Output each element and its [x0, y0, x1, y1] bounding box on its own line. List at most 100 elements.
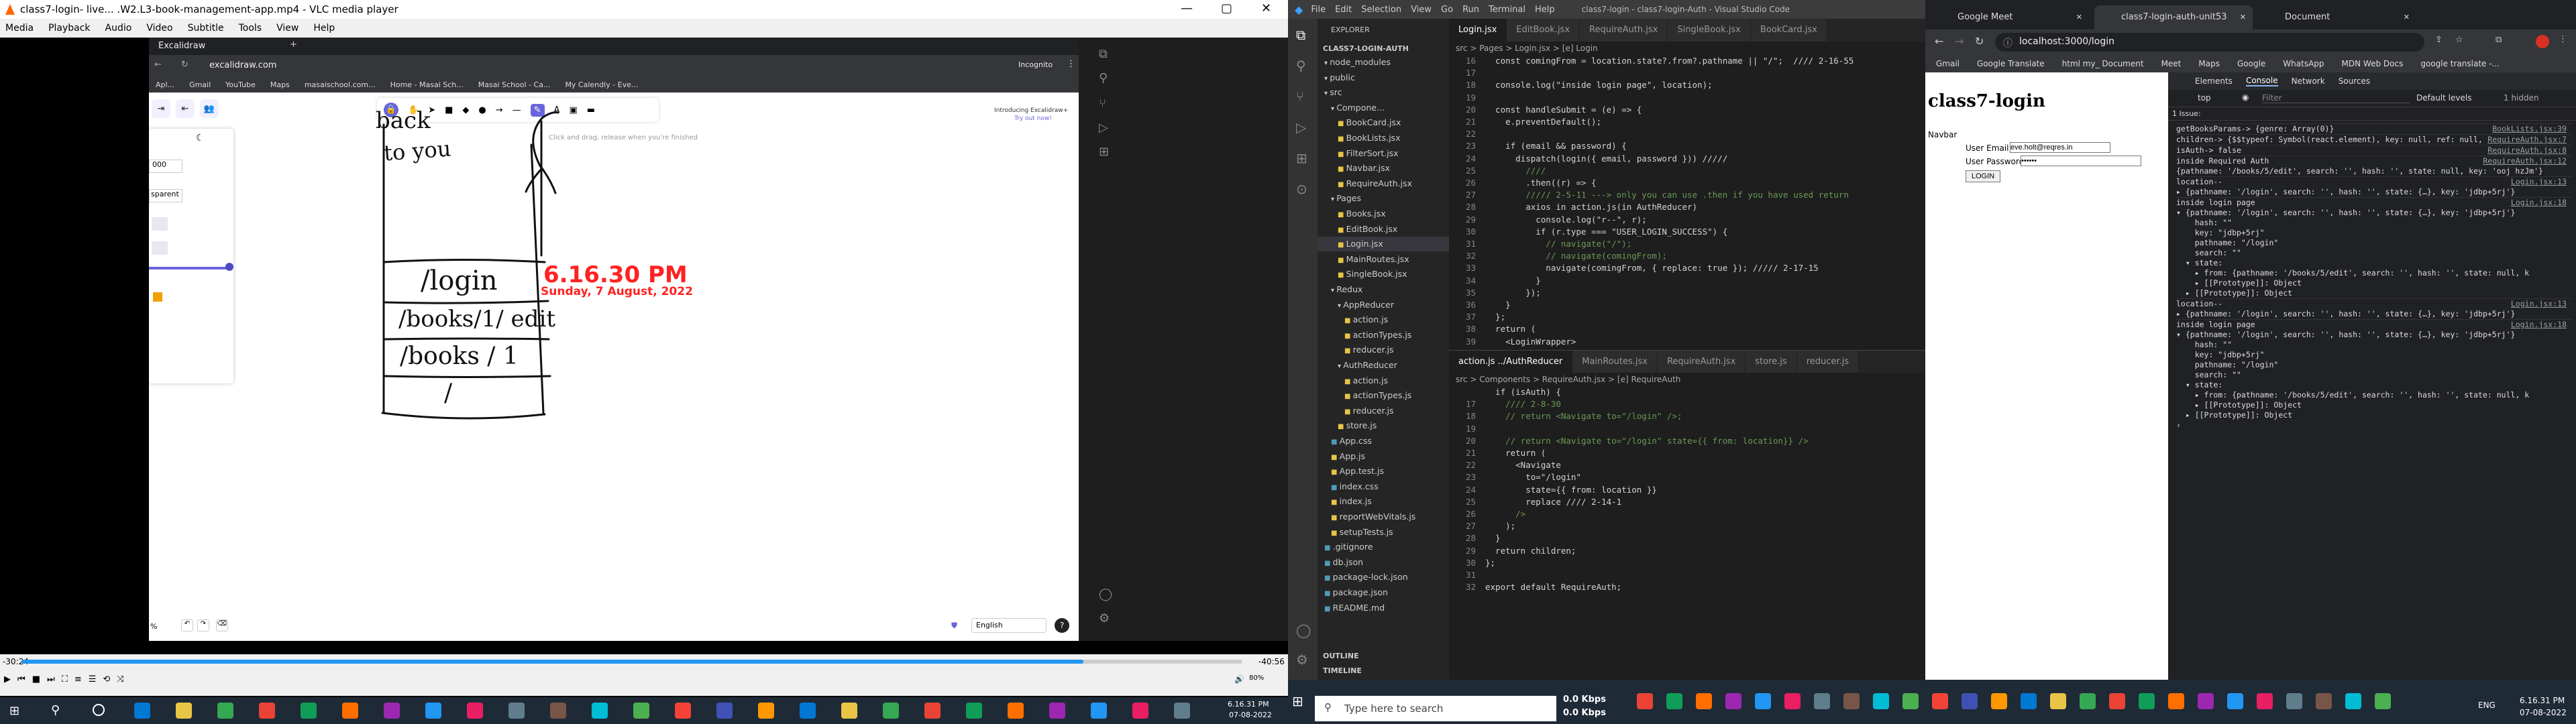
file-item[interactable]: ■ BookCard.jsx — [1318, 115, 1449, 130]
console-source-link[interactable]: RequireAuth.jsx:8 — [2487, 145, 2567, 156]
folder-item[interactable]: ▾ Pages — [1318, 191, 1449, 206]
taskbar-app-icon[interactable] — [1843, 693, 1860, 709]
devtools-tab[interactable]: Network — [2292, 76, 2325, 86]
file-item[interactable]: ■ index.css — [1318, 479, 1449, 494]
folder-item[interactable]: ▾ node_modules — [1318, 55, 1449, 70]
info-icon[interactable]: ⓘ — [2003, 36, 2012, 50]
tab-close-icon[interactable]: ✕ — [2404, 5, 2410, 29]
taskbar-app-icon[interactable] — [508, 703, 525, 719]
folder-item[interactable]: ▾ src — [1318, 85, 1449, 100]
kebab-icon[interactable]: ⋮ — [2559, 34, 2567, 44]
taskbar-app-icon[interactable] — [924, 703, 941, 719]
forward-icon[interactable]: → — [1955, 35, 1964, 48]
taskbar-app-icon[interactable] — [2375, 693, 2391, 709]
taskbar-app-icon[interactable] — [592, 703, 608, 719]
taskbar-app-icon[interactable] — [1091, 703, 1107, 719]
vscode-menu-item[interactable]: Help — [1535, 5, 1555, 15]
taskbar-app-icon[interactable] — [1932, 693, 1948, 709]
taskbar-app-icon[interactable] — [1902, 693, 1919, 709]
vlc-menu-item[interactable]: Subtitle — [188, 23, 224, 34]
taskbar-app-icon[interactable] — [342, 703, 358, 719]
vscode-menu-item[interactable]: Edit — [1335, 5, 1352, 15]
issues-bar[interactable]: 1 Issue: — [2168, 107, 2576, 121]
taskbar-app-icon[interactable] — [1174, 703, 1190, 719]
file-item[interactable]: ■ package-lock.json — [1318, 570, 1449, 585]
vscode-menu-item[interactable]: Selection — [1361, 5, 1401, 15]
browser-tab[interactable]: Google Meet ✕ — [1931, 5, 2089, 29]
vlc-menu-item[interactable]: Media — [5, 23, 34, 34]
file-item[interactable]: ■ index.js — [1318, 494, 1449, 509]
file-item[interactable]: ■ App.js — [1318, 449, 1449, 464]
file-item[interactable]: ■ actionTypes.js — [1318, 388, 1449, 403]
filter-input[interactable]: Filter — [2262, 93, 2410, 103]
vlc-menu-item[interactable]: Audio — [105, 23, 132, 34]
file-item[interactable]: ■ db.json — [1318, 555, 1449, 570]
bookmark-item[interactable]: MDN Web Docs — [2342, 59, 2404, 68]
bookmark-item[interactable]: Maps — [2198, 59, 2220, 68]
taskbar-app-icon[interactable] — [1814, 693, 1830, 709]
devtools-tab[interactable]: Console — [2245, 76, 2278, 86]
taskbar-app-icon[interactable] — [1962, 693, 1978, 709]
taskbar-app-icon[interactable] — [1784, 693, 1801, 709]
run-debug-icon[interactable]: ▷ — [1296, 119, 1306, 135]
bookmark-item[interactable]: html my_ Document — [2062, 59, 2144, 68]
editor-tab[interactable]: EditBook.jsx — [1507, 19, 1580, 42]
vlc-menu-item[interactable]: Playback — [48, 23, 90, 34]
file-item[interactable]: ■ .gitignore — [1318, 540, 1449, 554]
file-item[interactable]: ■ reducer.js — [1318, 343, 1449, 357]
console-source-link[interactable]: RequireAuth.jsx:12 — [2483, 156, 2567, 166]
maximize-button[interactable]: ▢ — [1221, 1, 1232, 15]
taskbar-app-icon[interactable] — [716, 703, 733, 719]
search-icon[interactable]: ⚲ — [1296, 58, 1306, 74]
console-source-link[interactable]: Login.jsx:13 — [2510, 177, 2567, 187]
taskbar-app-icon[interactable] — [1755, 693, 1771, 709]
taskbar-app-icon[interactable] — [2316, 693, 2332, 709]
taskbar-app-icon[interactable] — [550, 703, 566, 719]
taskbar-app-icon[interactable] — [841, 703, 857, 719]
editor-tab[interactable]: Login.jsx — [1449, 19, 1507, 42]
editor-tab[interactable]: reducer.js — [1796, 351, 1860, 373]
taskbar-app-icon[interactable] — [2345, 693, 2361, 709]
volume-level[interactable]: 80% — [1249, 674, 1264, 682]
console-source-link[interactable]: RequireAuth.jsx:7 — [2487, 135, 2567, 145]
folder-item[interactable]: ▾ AppReducer — [1318, 298, 1449, 312]
bookmark-item[interactable]: Google — [2237, 59, 2265, 68]
taskbar-app-icon[interactable] — [1725, 693, 1741, 709]
levels-dropdown[interactable]: Default levels — [2416, 93, 2471, 103]
taskbar-app-icon[interactable] — [2168, 693, 2184, 709]
bookmark-item[interactable]: google translate -... — [2420, 59, 2500, 68]
remote-icon[interactable]: ⊙ — [1296, 181, 1307, 197]
eye-icon[interactable]: ◉ — [2242, 93, 2249, 102]
taskbar-app-icon[interactable] — [966, 703, 982, 719]
speaker-icon[interactable]: 🔊 — [1234, 674, 1244, 684]
taskbar-app-icon[interactable] — [2139, 693, 2155, 709]
taskbar-app-icon[interactable] — [425, 703, 441, 719]
search-icon[interactable]: ⚲ — [51, 703, 60, 717]
project-name[interactable]: CLASS7-LOGIN-AUTH — [1323, 44, 1409, 53]
file-item[interactable]: ■ App.test.js — [1318, 464, 1449, 479]
editor-tab[interactable]: MainRoutes.jsx — [1572, 351, 1658, 373]
profile-avatar[interactable] — [2536, 35, 2549, 48]
gear-icon[interactable]: ⚙ — [1296, 652, 1308, 668]
taskbar-app-icon[interactable] — [2021, 693, 2037, 709]
email-input[interactable] — [2010, 142, 2110, 153]
bookmark-item[interactable]: Meet — [2161, 59, 2182, 68]
bookmark-item[interactable]: Gmail — [1936, 59, 1960, 68]
taskbar-app-icon[interactable] — [758, 703, 774, 719]
seek-bar[interactable] — [21, 660, 1242, 664]
vscode-menu-item[interactable]: Terminal — [1489, 5, 1525, 15]
taskbar-app-icon[interactable] — [2227, 693, 2243, 709]
taskbar-app-icon[interactable] — [1696, 693, 1712, 709]
taskbar-app-icon[interactable] — [2109, 693, 2125, 709]
vlc-menu-item[interactable]: Video — [146, 23, 172, 34]
file-item[interactable]: ■ FilterSort.jsx — [1318, 146, 1449, 161]
extensions-icon[interactable]: ⊞ — [1296, 150, 1307, 166]
file-item[interactable]: ■ reducer.js — [1318, 404, 1449, 418]
taskbar-app-icon[interactable] — [2080, 693, 2096, 709]
windows-start-icon[interactable]: ⊞ — [9, 704, 19, 718]
file-item[interactable]: ■ action.js — [1318, 373, 1449, 388]
file-item[interactable]: ■ RequireAuth.jsx — [1318, 176, 1449, 191]
vscode-menu-item[interactable]: View — [1411, 5, 1432, 15]
outline-section[interactable]: OUTLINE — [1323, 652, 1359, 660]
code-editor-bottom[interactable]: if (isAuth) {17 //// 2-8-30 18 // return … — [1449, 386, 1925, 674]
